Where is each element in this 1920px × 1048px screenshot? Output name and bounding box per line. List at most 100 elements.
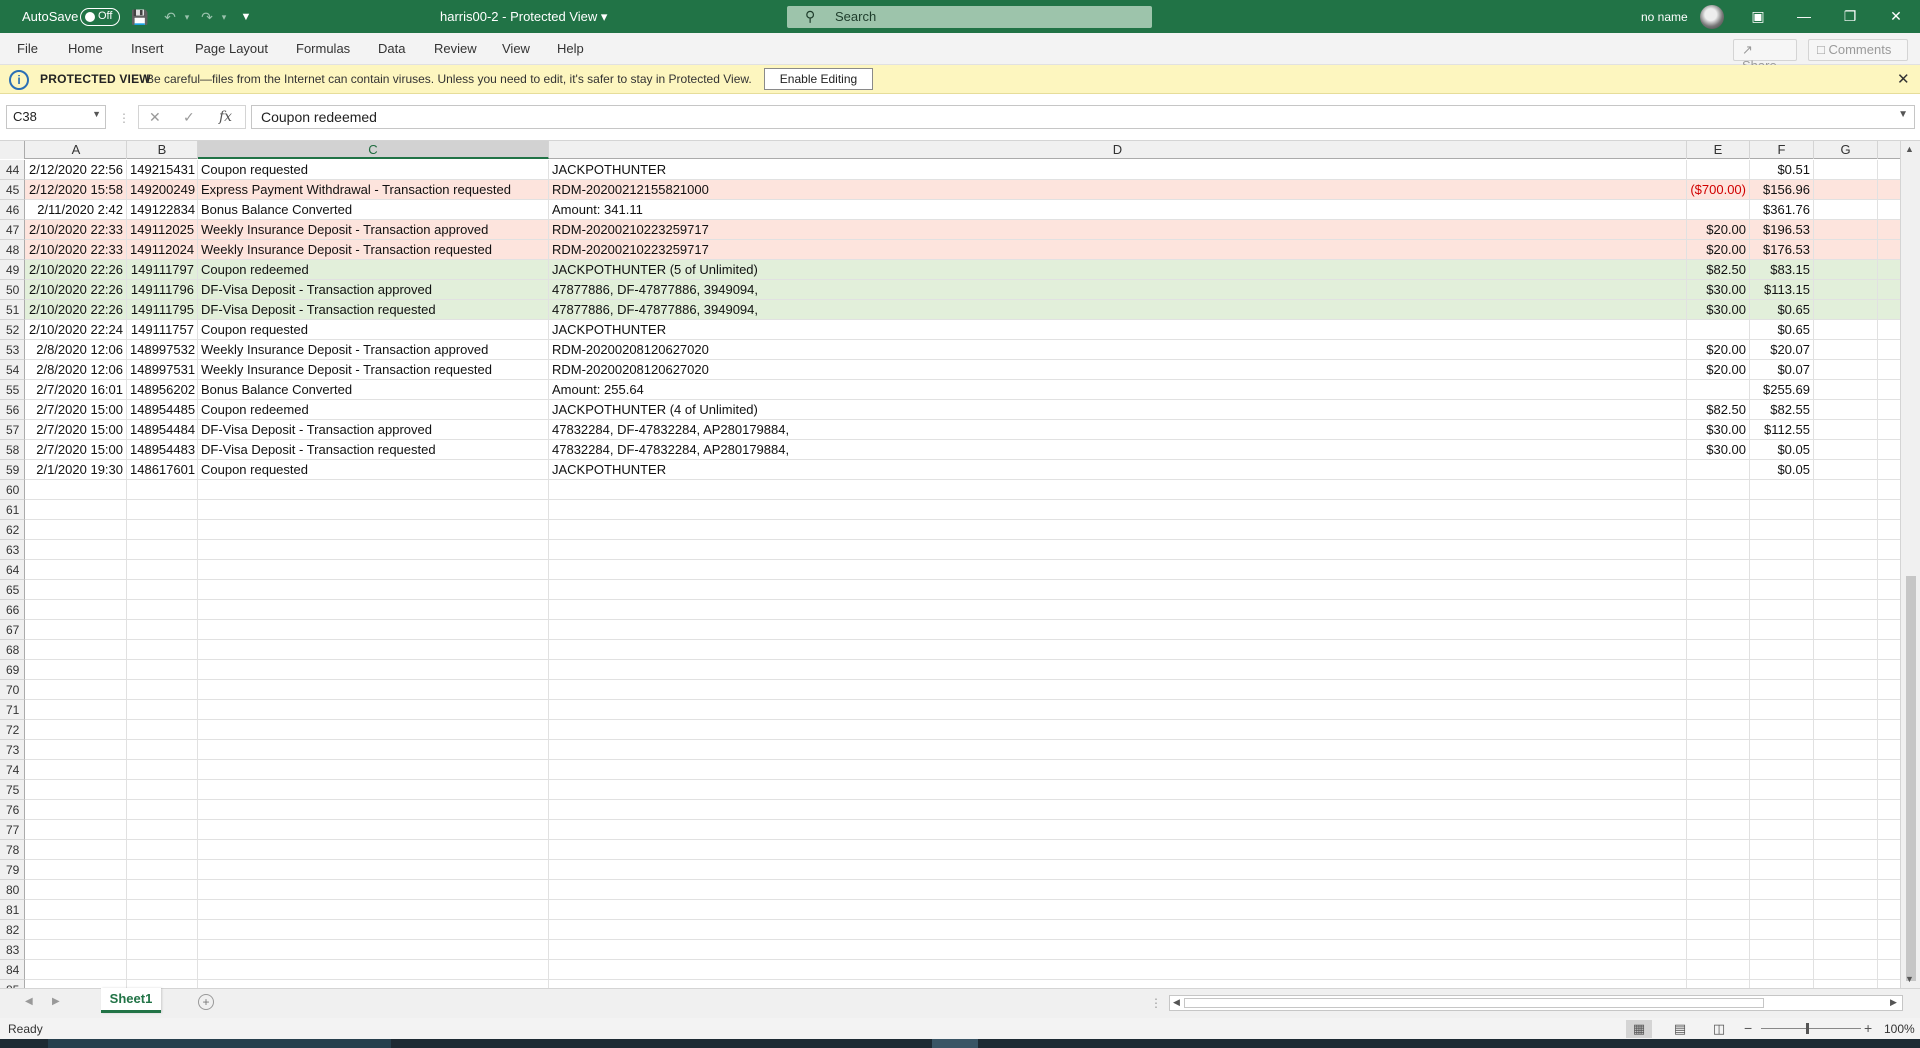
page-break-preview-icon[interactable]: ◫ xyxy=(1706,1020,1732,1038)
cell-c[interactable] xyxy=(198,540,549,560)
cell-g[interactable] xyxy=(1814,940,1878,960)
row-header[interactable]: 76 xyxy=(0,800,25,820)
cell-d[interactable] xyxy=(549,480,1687,500)
cell-c[interactable]: Weekly Insurance Deposit - Transaction r… xyxy=(198,360,549,380)
cell-d[interactable]: Amount: 255.64 xyxy=(549,380,1687,400)
cell-a[interactable] xyxy=(26,620,127,640)
cell-g[interactable] xyxy=(1814,600,1878,620)
cell-e[interactable] xyxy=(1687,960,1750,980)
cell-c[interactable] xyxy=(198,920,549,940)
cell-f[interactable] xyxy=(1750,700,1814,720)
cell-c[interactable] xyxy=(198,720,549,740)
cell-a[interactable] xyxy=(26,860,127,880)
cell-a[interactable] xyxy=(26,660,127,680)
cell-e[interactable] xyxy=(1687,820,1750,840)
cell-c[interactable] xyxy=(198,700,549,720)
cell-c[interactable] xyxy=(198,880,549,900)
cell-b[interactable]: 149112024 xyxy=(127,240,198,260)
cell-g[interactable] xyxy=(1814,960,1878,980)
cell-b[interactable] xyxy=(127,540,198,560)
cell-c[interactable] xyxy=(198,740,549,760)
row-header[interactable]: 53 xyxy=(0,340,25,360)
cell-f[interactable] xyxy=(1750,620,1814,640)
cell-f[interactable] xyxy=(1750,840,1814,860)
cell-e[interactable] xyxy=(1687,940,1750,960)
column-header-f[interactable]: F xyxy=(1750,141,1814,159)
cell-d[interactable]: 47877886, DF-47877886, 3949094, xyxy=(549,280,1687,300)
cell-d[interactable] xyxy=(549,580,1687,600)
customize-qat-icon[interactable]: ▼ xyxy=(237,8,255,26)
cell-f[interactable]: $361.76 xyxy=(1750,200,1814,220)
cell-b[interactable] xyxy=(127,520,198,540)
cell-b[interactable] xyxy=(127,560,198,580)
cell-a[interactable]: 2/7/2020 15:00 xyxy=(26,400,127,420)
cell-e[interactable] xyxy=(1687,760,1750,780)
cell-c[interactable]: DF-Visa Deposit - Transaction requested xyxy=(198,300,549,320)
cell-f[interactable] xyxy=(1750,940,1814,960)
undo-dropdown-icon[interactable]: ▾ xyxy=(178,8,196,26)
cell-g[interactable] xyxy=(1814,560,1878,580)
cell-d[interactable] xyxy=(549,540,1687,560)
cell-d[interactable] xyxy=(549,980,1687,988)
row-header[interactable]: 46 xyxy=(0,200,25,220)
cell-c[interactable]: Weekly Insurance Deposit - Transaction r… xyxy=(198,240,549,260)
cell-c[interactable]: DF-Visa Deposit - Transaction approved xyxy=(198,280,549,300)
cell-g[interactable] xyxy=(1814,640,1878,660)
cell-b[interactable] xyxy=(127,680,198,700)
cell-b[interactable]: 149111797 xyxy=(127,260,198,280)
row-header[interactable]: 69 xyxy=(0,660,25,680)
cell-d[interactable] xyxy=(549,860,1687,880)
cell-e[interactable] xyxy=(1687,700,1750,720)
redo-icon[interactable]: ↷ xyxy=(198,8,216,26)
cell-f[interactable]: $176.53 xyxy=(1750,240,1814,260)
cell-e[interactable] xyxy=(1687,680,1750,700)
cell-b[interactable] xyxy=(127,780,198,800)
cell-b[interactable]: 149215431 xyxy=(127,160,198,180)
cell-c[interactable]: DF-Visa Deposit - Transaction approved xyxy=(198,420,549,440)
cell-d[interactable]: 47877886, DF-47877886, 3949094, xyxy=(549,300,1687,320)
cell-f[interactable] xyxy=(1750,800,1814,820)
enable-editing-button[interactable]: Enable Editing xyxy=(764,68,873,90)
page-layout-view-icon[interactable]: ▤ xyxy=(1667,1020,1693,1038)
vertical-scrollbar[interactable]: ▲ ▼ xyxy=(1900,141,1920,988)
tab-help[interactable]: Help xyxy=(557,41,584,56)
cell-c[interactable] xyxy=(198,960,549,980)
cell-f[interactable] xyxy=(1750,540,1814,560)
cell-c[interactable] xyxy=(198,640,549,660)
cell-g[interactable] xyxy=(1814,460,1878,480)
cell-c[interactable] xyxy=(198,900,549,920)
column-header-d[interactable]: D xyxy=(549,141,1687,159)
cell-g[interactable] xyxy=(1814,620,1878,640)
cell-b[interactable]: 148954484 xyxy=(127,420,198,440)
cell-b[interactable]: 149111796 xyxy=(127,280,198,300)
cell-d[interactable] xyxy=(549,560,1687,580)
cell-a[interactable] xyxy=(26,640,127,660)
cell-a[interactable] xyxy=(26,880,127,900)
cell-b[interactable]: 148954485 xyxy=(127,400,198,420)
close-icon[interactable]: ✕ xyxy=(1897,70,1910,88)
cell-g[interactable] xyxy=(1814,200,1878,220)
row-header[interactable]: 54 xyxy=(0,360,25,380)
cell-a[interactable] xyxy=(26,700,127,720)
normal-view-icon[interactable]: ▦ xyxy=(1626,1020,1652,1038)
cell-b[interactable]: 148997531 xyxy=(127,360,198,380)
cell-b[interactable] xyxy=(127,920,198,940)
row-header[interactable]: 64 xyxy=(0,560,25,580)
row-header[interactable]: 48 xyxy=(0,240,25,260)
cell-g[interactable] xyxy=(1814,900,1878,920)
comments-button[interactable]: □ Comments xyxy=(1808,39,1908,61)
cell-g[interactable] xyxy=(1814,300,1878,320)
cell-c[interactable]: Weekly Insurance Deposit - Transaction a… xyxy=(198,340,549,360)
row-header[interactable]: 79 xyxy=(0,860,25,880)
cell-b[interactable] xyxy=(127,880,198,900)
cell-a[interactable] xyxy=(26,560,127,580)
cell-c[interactable]: Coupon redeemed xyxy=(198,260,549,280)
scroll-right-icon[interactable]: ▶ xyxy=(1890,997,1897,1008)
cell-g[interactable] xyxy=(1814,340,1878,360)
horizontal-scroll-thumb[interactable] xyxy=(1184,998,1764,1008)
tab-review[interactable]: Review xyxy=(434,41,477,56)
column-header-a[interactable]: A xyxy=(26,141,127,159)
cell-f[interactable] xyxy=(1750,500,1814,520)
row-header[interactable]: 56 xyxy=(0,400,25,420)
cell-a[interactable] xyxy=(26,520,127,540)
